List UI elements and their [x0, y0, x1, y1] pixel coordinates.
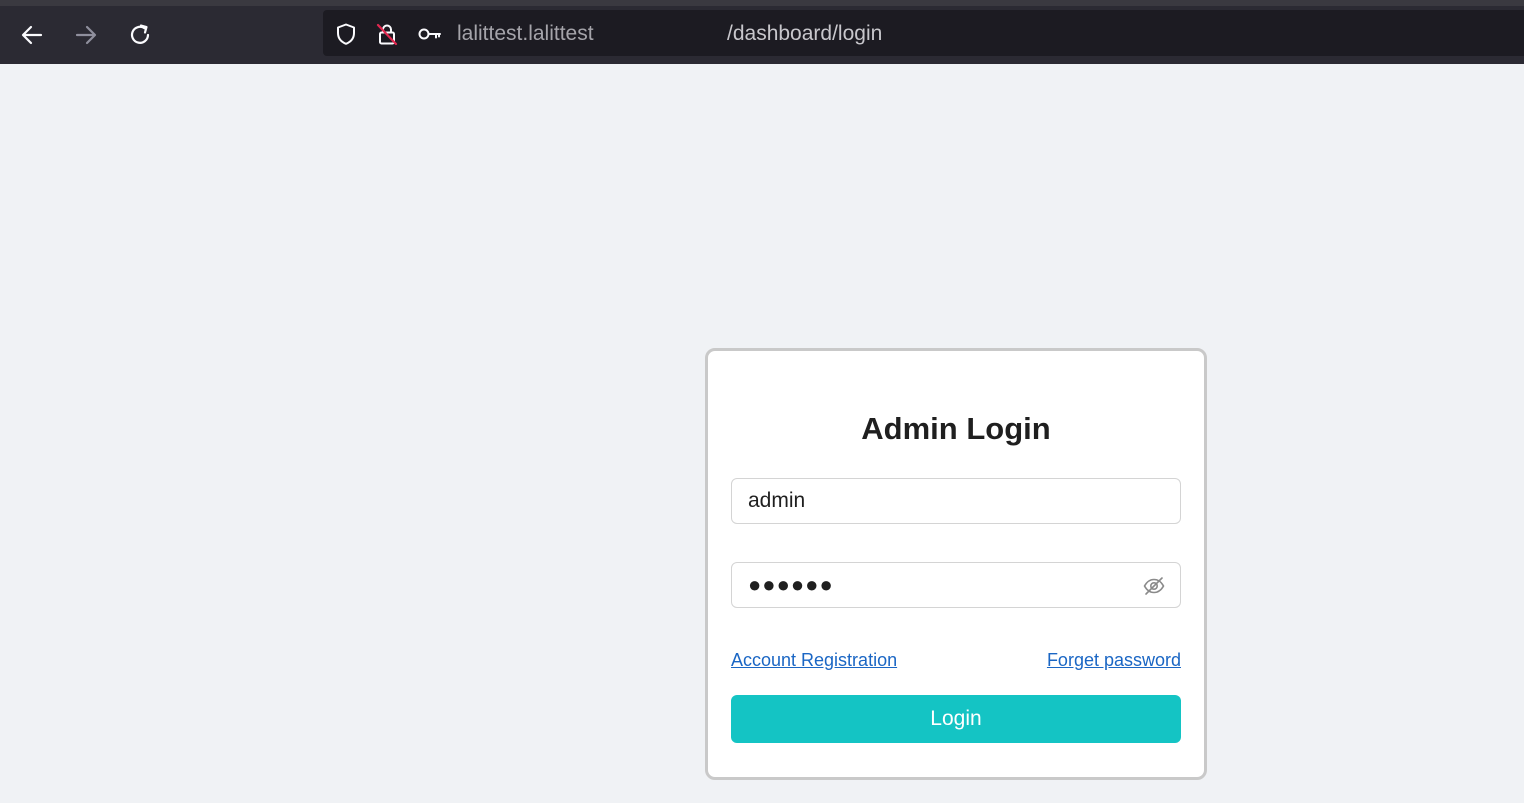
username-field[interactable]	[731, 478, 1181, 524]
shield-icon	[337, 23, 355, 45]
account-registration-link[interactable]: Account Registration	[731, 649, 897, 671]
saved-logins-button[interactable]	[417, 21, 443, 47]
reload-button[interactable]	[123, 18, 157, 52]
toggle-password-visibility-button[interactable]	[1142, 574, 1166, 598]
back-button[interactable]	[15, 18, 49, 52]
forward-button[interactable]	[69, 18, 103, 52]
connection-security-button[interactable]	[374, 21, 400, 47]
eye-slash-icon	[1143, 577, 1165, 595]
url-path-text: /dashboard/login	[727, 22, 883, 45]
back-arrow-icon	[21, 25, 43, 45]
login-button[interactable]: Login	[731, 695, 1181, 743]
forward-arrow-icon	[75, 25, 97, 45]
url-host-text: lalittest.lalittest	[457, 22, 594, 45]
page-title: Admin Login	[861, 411, 1051, 446]
password-input[interactable]	[732, 563, 1180, 607]
tracking-protection-button[interactable]	[333, 21, 359, 47]
key-icon	[418, 28, 441, 40]
url-bar[interactable]: lalittest.lalittest /dashboard/login	[323, 10, 1524, 56]
username-input[interactable]	[732, 479, 1180, 523]
password-field[interactable]	[731, 562, 1181, 608]
forget-password-link[interactable]: Forget password	[1047, 649, 1181, 671]
browser-toolbar: lalittest.lalittest /dashboard/login	[0, 0, 1524, 64]
login-card: Admin Login Account Registration Forget …	[705, 348, 1207, 780]
reload-icon	[130, 24, 150, 44]
insecure-lock-icon	[376, 23, 398, 46]
